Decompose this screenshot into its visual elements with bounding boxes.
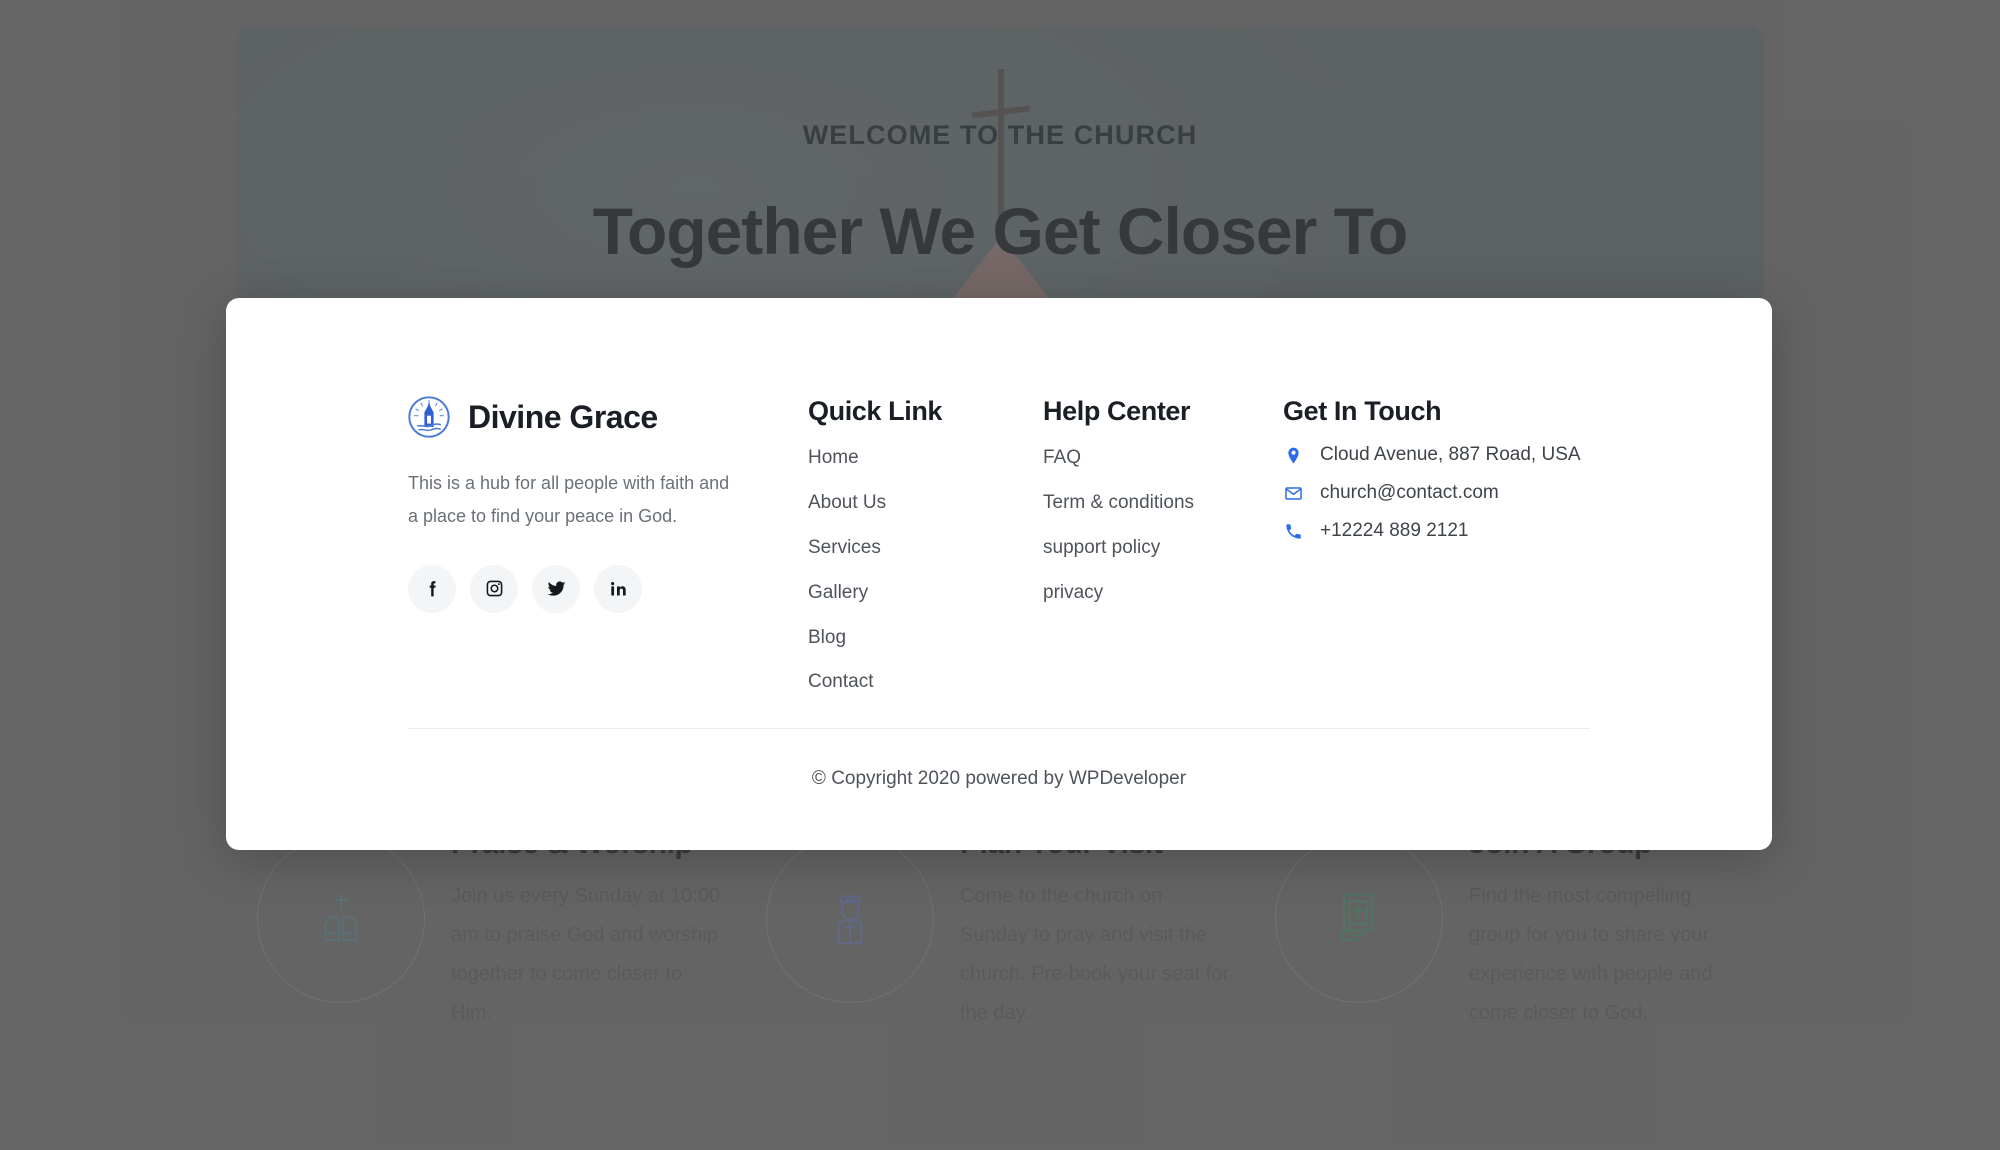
social-link-twitter[interactable]: [532, 564, 580, 613]
footer-quick-link-column: Quick Link Home About Us Services Galler…: [808, 396, 1043, 705]
page-root: WELCOME TO THE CHURCH Together We Get Cl…: [0, 0, 2000, 1150]
quick-link-heading: Quick Link: [808, 396, 943, 426]
envelope-icon: [1283, 483, 1304, 504]
facebook-icon: [429, 581, 436, 597]
brand-name: Divine Grace: [468, 398, 658, 435]
help-center-item-faq[interactable]: FAQ: [1043, 436, 1283, 481]
social-link-instagram[interactable]: [470, 564, 518, 613]
contact-email-value: church@contact.com: [1320, 482, 1499, 503]
social-links: [408, 564, 808, 613]
linkedin-icon: [610, 582, 626, 596]
location-pin-icon: [1283, 445, 1304, 466]
footer-help-center-column: Help Center FAQ Term & conditions suppor…: [1043, 396, 1283, 705]
brand-row[interactable]: Divine Grace: [408, 396, 808, 438]
footer-divider: [408, 728, 1590, 729]
social-link-facebook[interactable]: [408, 564, 456, 613]
contact-item-email[interactable]: church@contact.com: [1283, 474, 1590, 512]
phone-icon: [1283, 521, 1304, 542]
contact-item-address: Cloud Avenue, 887 Road, USA: [1283, 436, 1590, 474]
church-steeple-logo-icon: [408, 396, 450, 438]
footer-panel: Divine Grace This is a hub for all peopl…: [226, 298, 1772, 850]
footer-columns: Divine Grace This is a hub for all peopl…: [408, 298, 1590, 705]
quick-link-item-blog[interactable]: Blog: [808, 616, 1043, 661]
get-in-touch-heading: Get In Touch: [1283, 396, 1442, 426]
footer-get-in-touch-column: Get In Touch Cloud Avenue, 887 Road, USA: [1283, 396, 1590, 705]
contact-list: Cloud Avenue, 887 Road, USA church@conta…: [1283, 436, 1590, 550]
quick-link-item-home[interactable]: Home: [808, 436, 1043, 481]
footer-copyright: © Copyright 2020 powered by WPDeveloper: [811, 768, 1187, 789]
brand-description: This is a hub for all people with faith …: [408, 473, 730, 526]
social-link-linkedin[interactable]: [594, 564, 642, 613]
contact-phone-value: +12224 889 2121: [1320, 520, 1469, 541]
help-center-item-terms[interactable]: Term & conditions: [1043, 481, 1283, 526]
instagram-icon: [486, 580, 502, 597]
quick-link-item-contact[interactable]: Contact: [808, 660, 1043, 705]
help-center-heading: Help Center: [1043, 396, 1191, 426]
quick-link-list: Home About Us Services Gallery Blog Cont…: [808, 436, 1043, 705]
footer-brand-column: Divine Grace This is a hub for all peopl…: [408, 396, 808, 705]
twitter-icon: [547, 581, 565, 596]
quick-link-item-services[interactable]: Services: [808, 526, 1043, 571]
contact-address-value: Cloud Avenue, 887 Road, USA: [1320, 444, 1581, 465]
contact-item-phone[interactable]: +12224 889 2121: [1283, 512, 1590, 550]
help-center-list: FAQ Term & conditions support policy pri…: [1043, 436, 1283, 616]
quick-link-item-gallery[interactable]: Gallery: [808, 571, 1043, 616]
help-center-item-support-policy[interactable]: support policy: [1043, 526, 1283, 571]
help-center-item-privacy[interactable]: privacy: [1043, 571, 1283, 616]
quick-link-item-about-us[interactable]: About Us: [808, 481, 1043, 526]
